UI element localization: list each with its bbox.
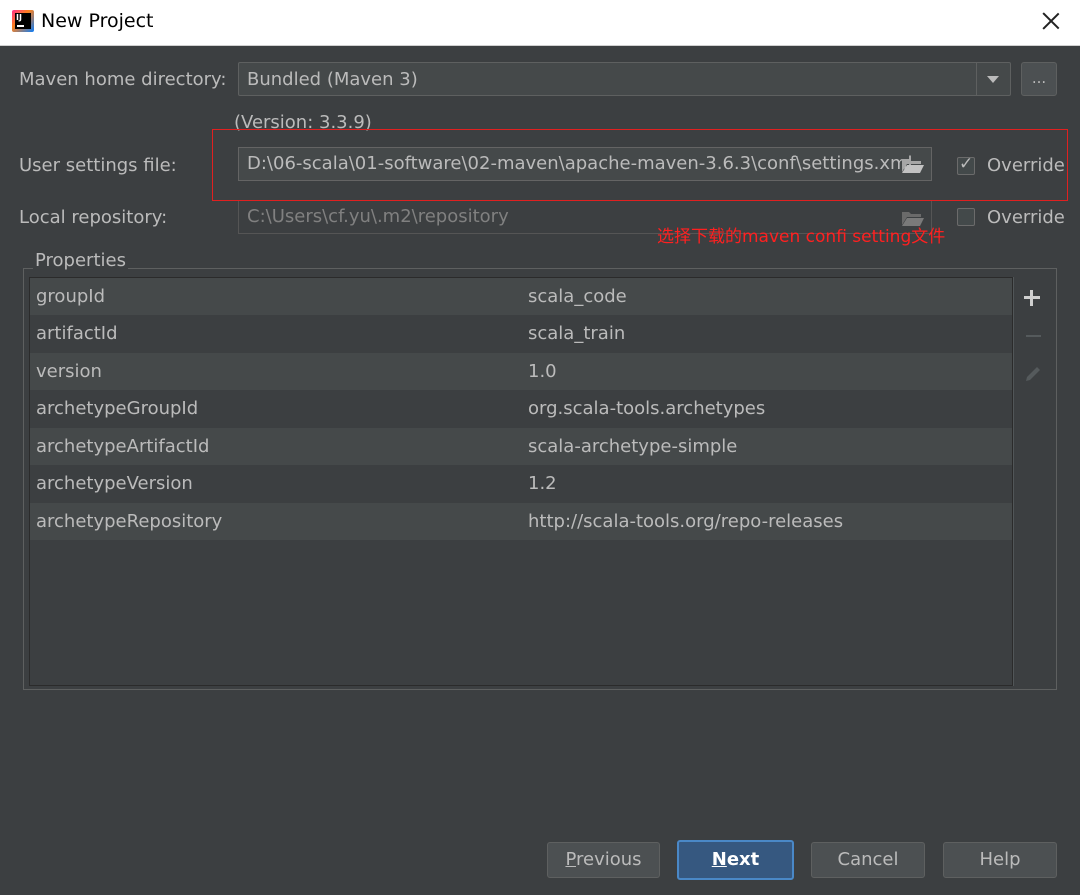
property-value: http://scala-tools.org/repo-releases: [528, 511, 844, 532]
local-repo-override-checkbox[interactable]: [957, 208, 975, 226]
properties-toolbar: [1013, 277, 1053, 686]
remove-icon[interactable]: [1022, 325, 1044, 347]
intellij-app-icon: IJ: [12, 10, 34, 32]
table-row[interactable]: archetypeVersion 1.2: [30, 465, 1012, 502]
title-bar: IJ New Project: [0, 0, 1080, 46]
table-row[interactable]: version 1.0: [30, 353, 1012, 390]
property-value: scala_code: [528, 286, 627, 307]
annotation-highlight-box: [212, 129, 1068, 201]
property-key: archetypeVersion: [36, 473, 193, 494]
user-settings-label: User settings file:: [19, 155, 177, 176]
property-key: version: [36, 361, 102, 382]
property-value: org.scala-tools.archetypes: [528, 398, 766, 419]
properties-title: Properties: [33, 250, 128, 271]
property-value: 1.0: [528, 361, 557, 382]
help-button[interactable]: Help: [943, 842, 1057, 878]
maven-home-browse-button[interactable]: ...: [1021, 62, 1057, 96]
properties-table[interactable]: groupId scala_code artifactId scala_trai…: [29, 277, 1013, 686]
property-key: groupId: [36, 286, 106, 307]
local-repo-value: C:\Users\cf.yu\.m2\repository: [247, 206, 509, 227]
property-key: archetypeArtifactId: [36, 436, 210, 457]
table-row[interactable]: archetypeRepository http://scala-tools.o…: [30, 503, 1012, 540]
maven-home-combobox[interactable]: Bundled (Maven 3): [238, 62, 1011, 96]
table-row[interactable]: artifactId scala_train: [30, 315, 1012, 352]
table-row[interactable]: archetypeArtifactId scala-archetype-simp…: [30, 428, 1012, 465]
property-value: scala_train: [528, 323, 626, 344]
table-row[interactable]: archetypeGroupId org.scala-tools.archety…: [30, 390, 1012, 427]
maven-home-value: Bundled (Maven 3): [247, 69, 418, 90]
next-button[interactable]: Next: [677, 840, 794, 880]
property-key: archetypeRepository: [36, 511, 223, 532]
local-repo-override-label: Override: [987, 207, 1065, 228]
dropdown-arrow-icon[interactable]: [976, 63, 1010, 95]
close-icon[interactable]: [1038, 8, 1064, 34]
window-title: New Project: [41, 10, 154, 32]
annotation-text: 选择下载的maven confi setting文件: [657, 227, 946, 247]
edit-icon[interactable]: [1022, 363, 1044, 385]
table-row[interactable]: groupId scala_code: [30, 278, 1012, 315]
property-key: artifactId: [36, 323, 118, 344]
property-value: 1.2: [528, 473, 557, 494]
local-repo-label: Local repository:: [19, 207, 168, 228]
property-key: archetypeGroupId: [36, 398, 199, 419]
add-icon[interactable]: [1022, 287, 1044, 309]
maven-home-label: Maven home directory:: [19, 69, 227, 90]
cancel-button[interactable]: Cancel: [811, 842, 925, 878]
property-value: scala-archetype-simple: [528, 436, 738, 457]
previous-button[interactable]: Previous: [547, 842, 660, 878]
